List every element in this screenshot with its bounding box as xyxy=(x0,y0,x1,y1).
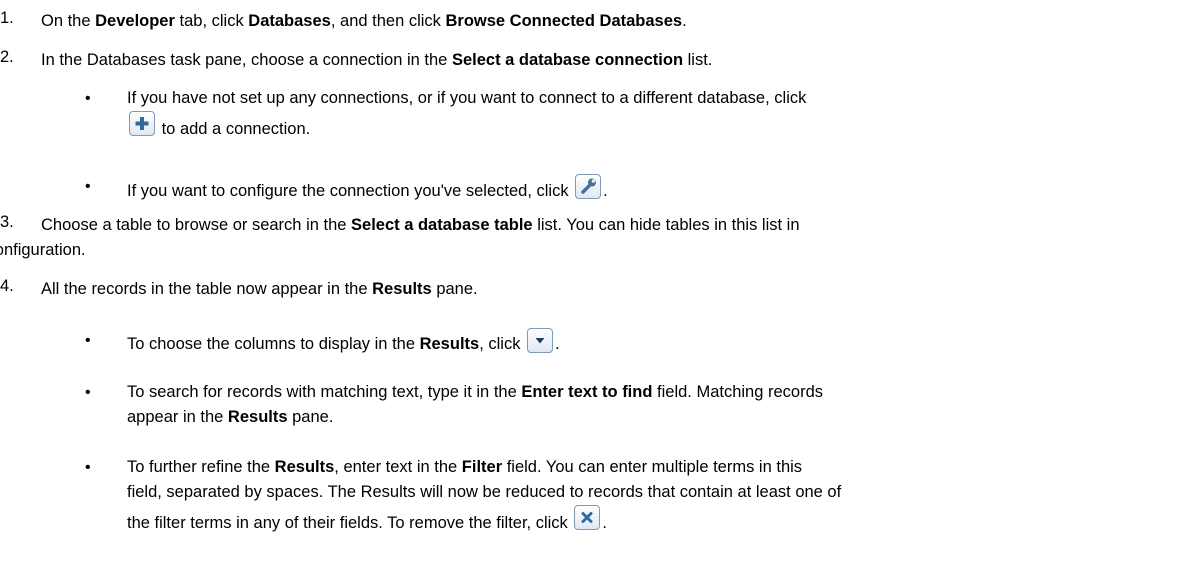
step-text: Choose a table to browse or search in th… xyxy=(0,216,800,259)
bullet-text: If you have not set up any connections, … xyxy=(127,89,807,138)
select-database-connection-term: Select a database connection xyxy=(451,51,684,69)
filter-term: Filter xyxy=(461,458,503,476)
select-database-table-term: Select a database table xyxy=(351,216,533,234)
bullet-text: If you want to configure the connection … xyxy=(127,174,1177,204)
wrench-icon[interactable] xyxy=(575,174,602,199)
bullet-text: To search for records with matching text… xyxy=(127,383,824,426)
enter-text-to-find-term: Enter text to find xyxy=(521,383,653,401)
bullet-marker: • xyxy=(85,384,91,401)
browse-connected-databases-term: Browse Connected Databases xyxy=(445,12,683,30)
remove-filter-icon[interactable] xyxy=(574,505,601,530)
bullet-marker: • xyxy=(85,90,91,107)
databases-term: Databases xyxy=(248,12,331,30)
results-term: Results xyxy=(274,458,335,476)
step-text: On the Developer tab, click Databases, a… xyxy=(41,12,687,30)
step-number: 4. xyxy=(0,277,14,295)
results-term: Results xyxy=(227,408,288,426)
bullet-text: To further refine the Results, enter tex… xyxy=(127,458,842,532)
bullet-marker: • xyxy=(85,178,91,195)
developer-tab-term: Developer xyxy=(95,12,175,30)
step-text: All the records in the table now appear … xyxy=(41,280,478,298)
results-term: Results xyxy=(419,335,480,353)
step-number: 2. xyxy=(0,48,14,66)
bullet-marker: • xyxy=(85,459,91,476)
bullet-marker: • xyxy=(85,332,91,349)
step-number: 1. xyxy=(0,9,14,27)
step-text: In the Databases task pane, choose a con… xyxy=(41,51,713,69)
bullet-text: To choose the columns to display in the … xyxy=(127,328,1177,357)
results-term: Results xyxy=(372,280,432,298)
dropdown-arrow-icon[interactable] xyxy=(527,328,554,353)
add-icon[interactable] xyxy=(129,111,155,136)
